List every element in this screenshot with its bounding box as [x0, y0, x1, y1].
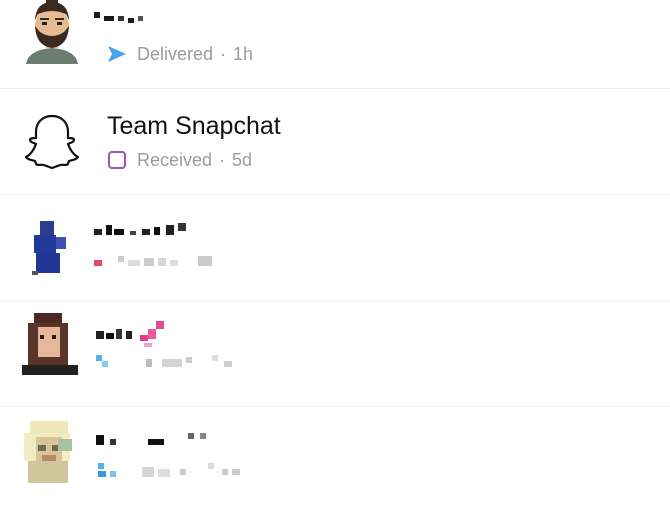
status-time: 1h — [233, 43, 254, 64]
contact-name-redacted — [94, 223, 204, 241]
snapchat-ghost-icon — [22, 110, 86, 174]
contact-name-redacted — [96, 321, 176, 347]
chat-status-redacted — [94, 254, 224, 268]
status-separator: · — [219, 149, 226, 170]
pixelated-avatar — [22, 313, 78, 375]
status-separator: · — [220, 43, 227, 64]
chat-row-5[interactable] — [0, 407, 670, 513]
chat-row-4[interactable] — [0, 301, 670, 407]
received-square-icon — [107, 150, 127, 170]
chat-row-3[interactable] — [0, 195, 670, 301]
chat-list: Delivered · 1h Team Snapchat Received · … — [0, 0, 670, 513]
contact-name: Team Snapchat — [107, 112, 281, 140]
chat-status-redacted — [96, 355, 236, 369]
chat-status-redacted — [96, 463, 246, 479]
sent-arrow-icon — [107, 44, 127, 64]
chat-row-team-snapchat[interactable]: Team Snapchat Received · 5d — [0, 89, 670, 195]
status-time: 5d — [232, 149, 253, 170]
status-text: Delivered — [137, 43, 214, 64]
chat-status: Delivered · 1h — [107, 43, 253, 65]
chat-row-1[interactable]: Delivered · 1h — [0, 0, 670, 88]
pixelated-avatar — [22, 421, 78, 483]
status-text: Received — [137, 149, 213, 170]
pixelated-avatar — [30, 221, 70, 277]
contact-name-redacted — [96, 431, 216, 451]
bitmoji-avatar — [20, 0, 84, 64]
contact-name-redacted — [94, 10, 154, 26]
chat-status: Received · 5d — [107, 149, 252, 171]
